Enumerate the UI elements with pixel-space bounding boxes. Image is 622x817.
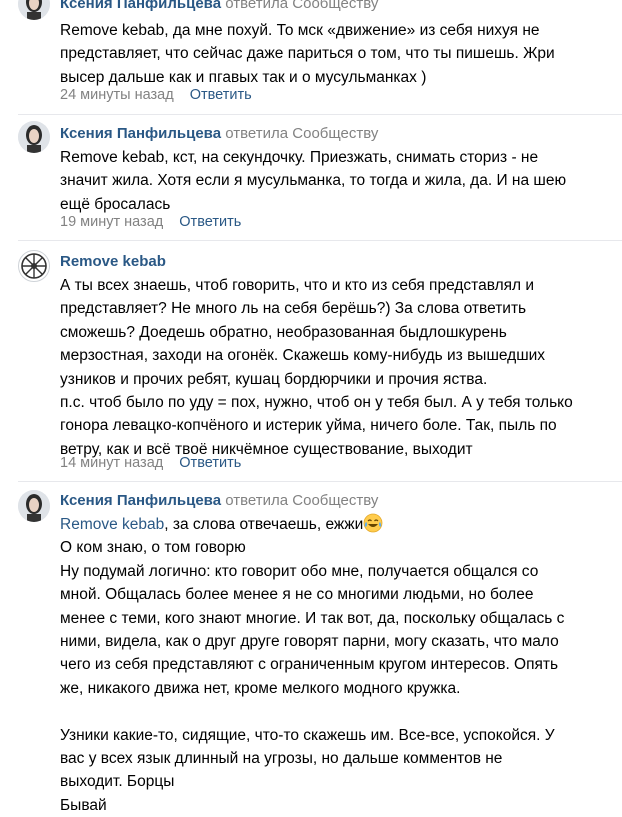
comment-text-line: представляет, что сейчас даже париться о… bbox=[60, 45, 555, 63]
comment-meta: 14 минут назад Ответить bbox=[60, 455, 241, 471]
comment-text-line: О ком знаю, о том говорю bbox=[60, 539, 246, 557]
author-name[interactable]: Ксения Панфильцева bbox=[60, 125, 221, 142]
author-name[interactable]: Remove kebab bbox=[60, 253, 166, 270]
author-avatar[interactable] bbox=[18, 121, 50, 153]
comment-meta: 19 минут назад Ответить bbox=[60, 214, 241, 230]
comment-text-line: Remove kebab, кст, на секундочку. Приезж… bbox=[60, 149, 539, 166]
reply-button[interactable]: Ответить bbox=[179, 214, 241, 230]
author-name[interactable]: Ксения Панфильцева bbox=[60, 0, 221, 12]
reply-target[interactable]: ответила Сообществу bbox=[225, 492, 378, 509]
comment-text-line: высер дальше как и пгавых так и о мусуль… bbox=[60, 68, 427, 86]
comment-text-line: Remove kebab, за слова отвечаешь, ежжи bbox=[60, 513, 564, 536]
comment-text-line: Бывай bbox=[60, 796, 107, 814]
comment-text-line: же, никакого движа нет, кроме мелкого мо… bbox=[60, 679, 461, 697]
comment-text-line: мной. Общалась более менее я не со многи… bbox=[60, 586, 534, 604]
comment-text-line: мерзостная, заходи на огонёк. Скажешь ко… bbox=[60, 347, 546, 365]
comment-divider bbox=[18, 240, 622, 241]
comment-text-line: чего из себя представляют с ограниченным… bbox=[60, 656, 559, 674]
comment-text-line: менее с теми, кого знают многие. И так в… bbox=[60, 609, 565, 627]
comment-text-line: сможешь? Доедешь обратно, необразованная… bbox=[60, 323, 507, 341]
comment-author-line: Remove kebab bbox=[60, 253, 166, 270]
mention-rest: , за слова отвечаешь, ежжи bbox=[164, 516, 364, 533]
comment-text-line: п.с. чтоб было по уду = пох, нужно, чтоб… bbox=[60, 393, 573, 411]
comment-text-line: представляет? Не много ль на себя берёшь… bbox=[60, 300, 527, 318]
comment-text-line: значит жила. Хотя если я мусульманка, то… bbox=[60, 172, 567, 190]
comment-text-line: Ну подумай логично: кто говорит обо мне,… bbox=[60, 562, 539, 580]
author-avatar[interactable] bbox=[18, 0, 50, 20]
comment-divider bbox=[18, 481, 622, 482]
comment-text-line: А ты всех знаешь, чтоб говорить, что и к… bbox=[60, 277, 535, 294]
reply-target[interactable]: ответила Сообществу bbox=[225, 125, 378, 142]
comment-text-line: выходит. Борцы bbox=[60, 773, 175, 791]
comment-author-line: Ксения Панфильцева ответила Сообществу bbox=[60, 492, 378, 509]
comment-text-line: Узники какие-то, сидящие, что-то скажешь… bbox=[60, 726, 555, 744]
comment-timestamp[interactable]: 14 минут назад bbox=[60, 455, 163, 471]
comment-text: Remove kebab, да мне похуй. То мск «движ… bbox=[60, 19, 555, 89]
comment-text-line: гонора левацко-копчёного и истерик уйма,… bbox=[60, 417, 557, 435]
comment-text-line: Remove kebab, да мне похуй. То мск «движ… bbox=[60, 22, 540, 39]
comment-text-line: ними, видела, как о друг друге говорят п… bbox=[60, 632, 559, 650]
reply-button[interactable]: Ответить bbox=[179, 455, 241, 471]
comment-text-line: ещё бросалась bbox=[60, 195, 171, 213]
comment-timestamp[interactable]: 24 минуты назад bbox=[60, 87, 174, 103]
comment-text: Remove kebab, за слова отвечаешь, ежжи О… bbox=[60, 513, 564, 817]
wheel-emblem-icon bbox=[21, 253, 47, 279]
comment-divider bbox=[18, 114, 622, 115]
comment-meta: 24 минуты назад Ответить bbox=[60, 87, 252, 103]
comment-text-line: узников и прочих ребят, кушац бордюрчики… bbox=[60, 370, 488, 388]
comment-author-line: Ксения Панфильцева ответила Сообществу bbox=[60, 0, 378, 12]
tears-of-joy-emoji-icon bbox=[363, 513, 383, 533]
reply-target[interactable]: ответила Сообществу bbox=[225, 0, 378, 12]
community-avatar[interactable] bbox=[18, 250, 50, 282]
reply-button[interactable]: Ответить bbox=[190, 87, 252, 103]
comment-text: А ты всех знаешь, чтоб говорить, что и к… bbox=[60, 274, 573, 461]
comment-text-line: вас у всех язык длинный на угрозы, но да… bbox=[60, 749, 503, 767]
comment-text-line bbox=[60, 700, 564, 723]
comment-author-line: Ксения Панфильцева ответила Сообществу bbox=[60, 125, 378, 142]
mention-link[interactable]: Remove kebab bbox=[60, 516, 164, 533]
author-avatar[interactable] bbox=[18, 490, 50, 522]
author-name[interactable]: Ксения Панфильцева bbox=[60, 492, 221, 509]
comment-timestamp[interactable]: 19 минут назад bbox=[60, 214, 163, 230]
comment-text: Remove kebab, кст, на секундочку. Приезж… bbox=[60, 146, 566, 216]
